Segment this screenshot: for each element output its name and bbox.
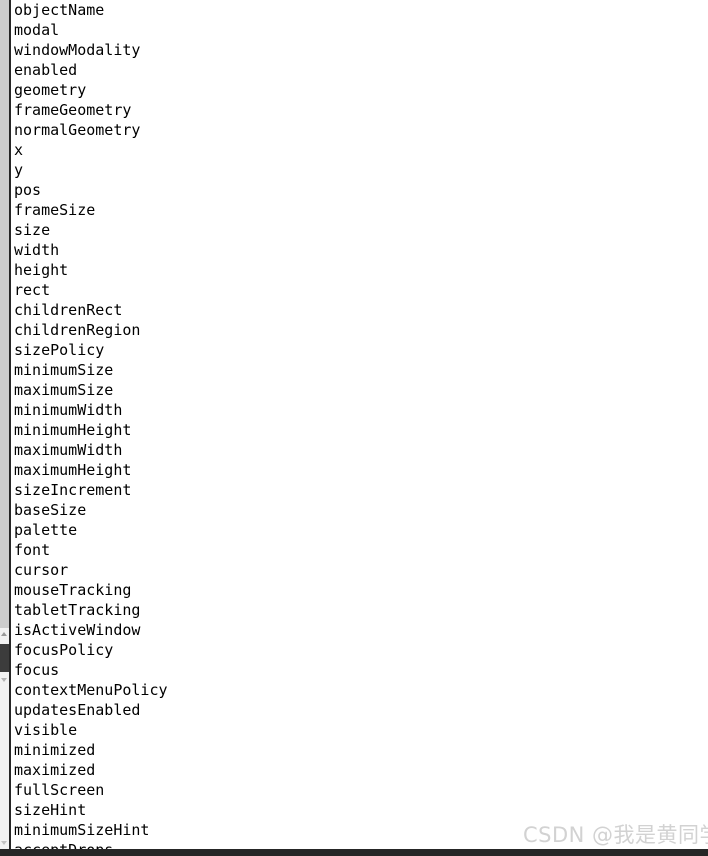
property-name-label: mouseTracking xyxy=(14,581,132,599)
property-name-label: visible xyxy=(14,721,78,739)
property-row[interactable]: rect xyxy=(11,280,708,300)
property-name-label: enabled xyxy=(14,61,78,79)
property-row[interactable]: font xyxy=(11,540,708,560)
property-name-label: cursor xyxy=(14,561,69,579)
property-name-label: minimumWidth xyxy=(14,401,123,419)
property-name-label: focusPolicy xyxy=(14,641,114,659)
property-name-label: sizeIncrement xyxy=(14,481,132,499)
property-name-label: tabletTracking xyxy=(14,601,141,619)
property-name-label: maximumSize xyxy=(14,381,114,399)
property-row[interactable]: mouseTracking xyxy=(11,580,708,600)
property-row[interactable]: height xyxy=(11,260,708,280)
property-row[interactable]: sizePolicy xyxy=(11,340,708,360)
property-row[interactable]: updatesEnabled xyxy=(11,700,708,720)
property-name-label: sizeHint xyxy=(14,801,87,819)
property-name-label: rect xyxy=(14,281,51,299)
property-name-label: fullScreen xyxy=(14,781,105,799)
property-name-label: size xyxy=(14,221,51,239)
property-name-label: frameSize xyxy=(14,201,96,219)
property-row[interactable]: frameGeometry xyxy=(11,100,708,120)
triangle-down-bottom-icon[interactable] xyxy=(1,841,7,845)
property-name-label: focus xyxy=(14,661,60,679)
horizontal-scrollbar[interactable] xyxy=(0,849,708,856)
property-row[interactable]: maximumHeight xyxy=(11,460,708,480)
property-name-label: modal xyxy=(14,21,60,39)
property-name-label: childrenRegion xyxy=(14,321,141,339)
property-name-label: windowModality xyxy=(14,41,141,59)
scrollbar-track-upper[interactable] xyxy=(0,0,9,628)
property-row[interactable]: tabletTracking xyxy=(11,600,708,620)
property-row[interactable]: windowModality xyxy=(11,40,708,60)
triangle-up-icon[interactable] xyxy=(1,632,7,636)
property-row[interactable]: sizeHint xyxy=(11,800,708,820)
property-name-label: minimumSize xyxy=(14,361,114,379)
property-row[interactable]: focus xyxy=(11,660,708,680)
property-row[interactable]: minimized xyxy=(11,740,708,760)
property-row[interactable]: focusPolicy xyxy=(11,640,708,660)
property-row[interactable]: normalGeometry xyxy=(11,120,708,140)
property-row[interactable]: baseSize xyxy=(11,500,708,520)
property-name-label: maximumHeight xyxy=(14,461,132,479)
property-row[interactable]: maximized xyxy=(11,760,708,780)
property-row[interactable]: size xyxy=(11,220,708,240)
property-row[interactable]: contextMenuPolicy xyxy=(11,680,708,700)
property-row[interactable]: objectName xyxy=(11,0,708,20)
property-name-label: contextMenuPolicy xyxy=(14,681,168,699)
property-name-label: baseSize xyxy=(14,501,87,519)
property-name-label: normalGeometry xyxy=(14,121,141,139)
scrollbar-thumb[interactable] xyxy=(0,644,9,672)
property-name-label: maximized xyxy=(14,761,96,779)
property-row[interactable]: childrenRegion xyxy=(11,320,708,340)
property-row[interactable]: fullScreen xyxy=(11,780,708,800)
property-name-label: frameGeometry xyxy=(14,101,132,119)
property-name-label: isActiveWindow xyxy=(14,621,141,639)
property-row[interactable]: x xyxy=(11,140,708,160)
property-name-label: objectName xyxy=(14,1,105,19)
property-name-label: minimized xyxy=(14,741,96,759)
property-name-label: updatesEnabled xyxy=(14,701,141,719)
property-row[interactable]: pos xyxy=(11,180,708,200)
property-row[interactable]: minimumSize xyxy=(11,360,708,380)
property-name-label: palette xyxy=(14,521,78,539)
property-row[interactable]: visible xyxy=(11,720,708,740)
property-name-label: geometry xyxy=(14,81,87,99)
property-list-window: objectName modal windowModality enabled geom… xyxy=(0,0,708,856)
property-row[interactable]: cursor xyxy=(11,560,708,580)
property-row[interactable]: maximumSize xyxy=(11,380,708,400)
property-name-label: maximumWidth xyxy=(14,441,123,459)
property-row[interactable]: enabled xyxy=(11,60,708,80)
triangle-down-icon[interactable] xyxy=(1,678,7,682)
property-list[interactable]: objectName modal windowModality enabled geom… xyxy=(11,0,708,849)
property-name-label: x xyxy=(14,141,24,159)
property-row[interactable]: width xyxy=(11,240,708,260)
property-row[interactable]: childrenRect xyxy=(11,300,708,320)
property-row[interactable]: minimumHeight xyxy=(11,420,708,440)
property-row[interactable]: y xyxy=(11,160,708,180)
property-row[interactable]: palette xyxy=(11,520,708,540)
vertical-scrollbar[interactable] xyxy=(0,0,9,849)
property-name-label: acceptDrops xyxy=(14,841,113,849)
property-name-label: height xyxy=(14,261,69,279)
property-row[interactable]: modal xyxy=(11,20,708,40)
property-name-label: childrenRect xyxy=(14,301,123,319)
property-row[interactable]: minimumWidth xyxy=(11,400,708,420)
property-row[interactable]: isActiveWindow xyxy=(11,620,708,640)
property-name-label: pos xyxy=(14,181,42,199)
property-name-label: minimumHeight xyxy=(14,421,132,439)
property-row[interactable]: sizeIncrement xyxy=(11,480,708,500)
property-name-label: font xyxy=(14,541,51,559)
property-row[interactable]: geometry xyxy=(11,80,708,100)
property-row[interactable]: minimumSizeHint xyxy=(11,820,708,840)
property-name-label: y xyxy=(14,161,24,179)
property-row[interactable]: acceptDrops xyxy=(11,840,708,849)
property-name-label: width xyxy=(14,241,60,259)
property-row[interactable]: maximumWidth xyxy=(11,440,708,460)
property-name-label: sizePolicy xyxy=(14,341,105,359)
property-name-label: minimumSizeHint xyxy=(14,821,150,839)
property-row[interactable]: frameSize xyxy=(11,200,708,220)
